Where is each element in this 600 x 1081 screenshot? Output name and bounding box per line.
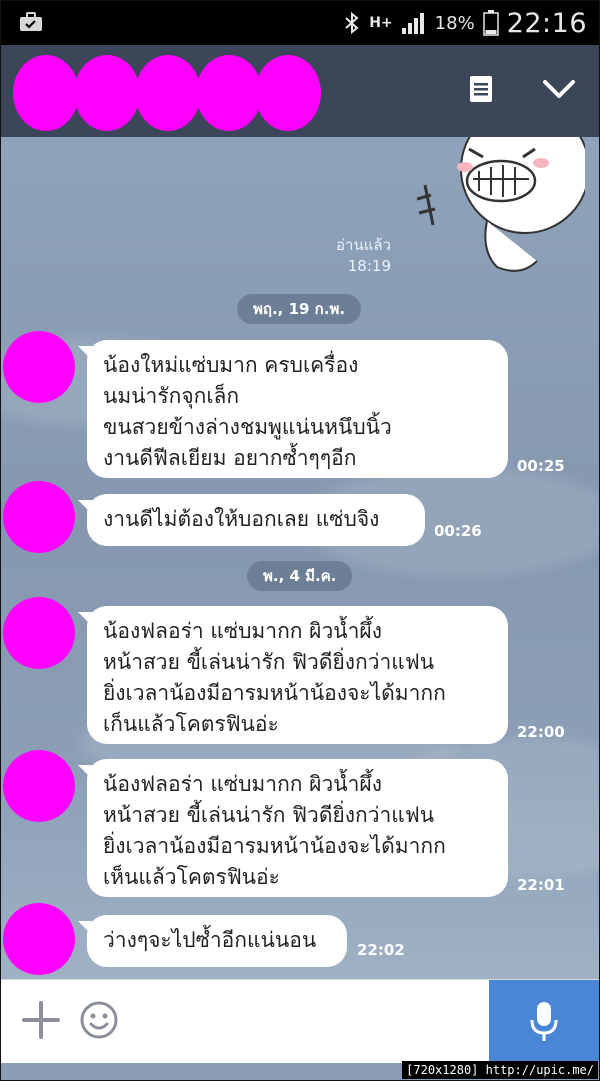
microphone-icon — [530, 1001, 558, 1041]
message-time: 00:25 — [517, 457, 565, 475]
chat-header — [1, 45, 599, 137]
message-line: ยิ่งเวลาน้องมีอารมหน้าน้องจะได้มากก — [103, 834, 446, 858]
message-line: งานดีไม่ต้องให้บอกเลย แซ่บจิง — [103, 507, 380, 531]
date-separator: พฤ., 19 ก.พ. — [237, 294, 362, 324]
message-line: นมน่ารักจุกเล็ก — [103, 384, 240, 408]
avatar[interactable] — [3, 481, 75, 553]
message-time: 00:26 — [434, 522, 482, 540]
watermark: [720x1280] http://upic.me/ — [402, 1061, 598, 1079]
read-label: อ่านแล้ว — [336, 236, 391, 254]
message-bubble[interactable]: งานดีไม่ต้องให้บอกเลย แซ่บจิง — [78, 494, 425, 546]
voice-message-button[interactable] — [489, 980, 599, 1063]
avatar[interactable] — [3, 331, 75, 403]
emoji-icon[interactable] — [79, 1000, 119, 1040]
plus-icon[interactable] — [21, 1000, 61, 1040]
avatar[interactable] — [3, 750, 75, 822]
network-type: H+ — [369, 15, 393, 31]
message-bubble[interactable]: น้องใหม่แซ่บมาก ครบเครื่อง นมน่ารักจุกเล… — [78, 340, 508, 478]
message-line: หน้าสวย ขี้เล่นน่ารัก ฟิวดียิ่งกว่าแฟน — [103, 803, 435, 827]
avatar[interactable] — [3, 903, 75, 975]
sent-sticker[interactable] — [417, 137, 585, 279]
date-separator: พ., 4 มี.ค. — [247, 561, 353, 591]
message-line: หน้าสวย ขี้เล่นน่ารัก ฟิวดียิ่งกว่าแฟน — [103, 650, 435, 674]
chevron-down-icon — [543, 80, 575, 98]
message-line: น้องฟลอร่า แซ่บมากก ผิวน้ำผึ้ง — [103, 772, 382, 796]
message-time: 22:01 — [517, 876, 565, 894]
message-line: ยิ่งเวลาน้องมีอารมหน้าน้องจะได้มากก — [103, 681, 446, 705]
briefcase-icon — [20, 12, 42, 31]
phone-screen: H+ 18% 22:16 อ่านแล้ว 18:19 พฤ., 19 ก.พ.… — [0, 0, 600, 1081]
message-line: ว่างๆจะไปซ้ำอีกแน่นอน — [103, 928, 317, 952]
input-bar — [1, 979, 599, 1063]
message-bubble[interactable]: น้องฟลอร่า แซ่บมากก ผิวน้ำผึ้ง หน้าสวย ข… — [78, 606, 508, 744]
notes-button[interactable] — [459, 67, 503, 111]
battery-percent: 18% — [434, 12, 475, 34]
message-line: งานดีฟีลเยียม อยากซ้ำๆๆอีก — [103, 446, 357, 470]
message-line: เก็นแล้วโคตรฟินอ่ะ — [103, 712, 279, 736]
clock: 22:16 — [506, 7, 587, 39]
collapse-button[interactable] — [537, 67, 581, 111]
signal-icon — [401, 13, 424, 34]
message-time: 22:02 — [357, 941, 405, 959]
message-line: เห็นแล้วโคตรฟินอ่ะ — [103, 865, 280, 889]
message-time: 22:00 — [517, 723, 565, 741]
battery-icon — [482, 10, 499, 36]
avatar[interactable] — [3, 597, 75, 669]
notes-icon — [470, 76, 492, 102]
message-line: น้องฟลอร่า แซ่บมากก ผิวน้ำผึ้ง — [103, 619, 382, 643]
message-line: ขนสวยข้างล่างชมพูแน่นหนึบนิ้ว — [103, 415, 392, 439]
message-line: น้องใหม่แซ่บมาก ครบเครื่อง — [103, 353, 359, 377]
bluetooth-icon — [345, 11, 359, 35]
status-bar: H+ 18% 22:16 — [1, 1, 599, 45]
sticker-time: 18:19 — [347, 257, 391, 275]
message-bubble[interactable]: ว่างๆจะไปซ้ำอีกแน่นอน — [78, 915, 347, 967]
chat-area[interactable]: อ่านแล้ว 18:19 พฤ., 19 ก.พ. น้องใหม่แซ่บ… — [1, 137, 599, 979]
message-bubble[interactable]: น้องฟลอร่า แซ่บมากก ผิวน้ำผึ้ง หน้าสวย ข… — [78, 759, 508, 897]
